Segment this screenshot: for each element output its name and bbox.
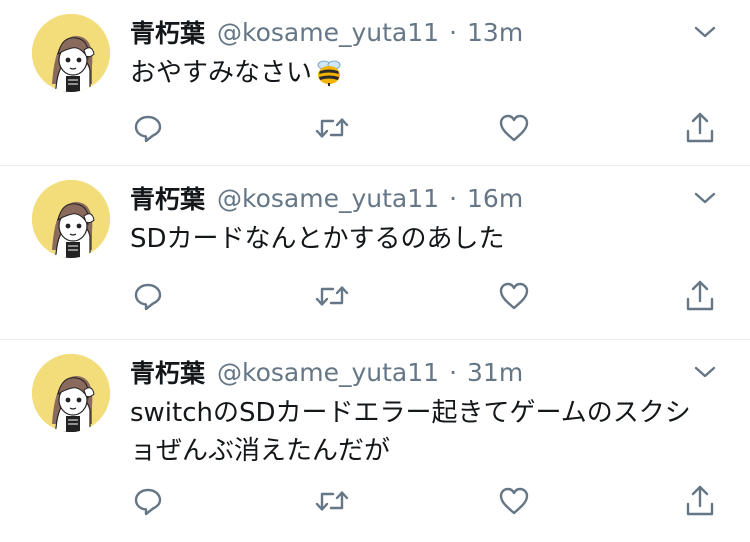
retweet-icon[interactable] bbox=[314, 278, 350, 314]
like-icon[interactable] bbox=[496, 110, 532, 146]
bee-emoji bbox=[314, 57, 344, 98]
display-name[interactable]: 青朽葉 bbox=[130, 354, 205, 390]
display-name[interactable]: 青朽葉 bbox=[130, 180, 205, 216]
avatar[interactable] bbox=[32, 14, 110, 92]
reply-icon[interactable] bbox=[130, 483, 166, 519]
separator: · bbox=[449, 17, 458, 47]
tweet-header: 青朽葉 @kosame_yuta11 · 16m bbox=[130, 178, 523, 218]
handle[interactable]: @kosame_yuta11 bbox=[217, 358, 439, 387]
tweet-actions bbox=[0, 278, 750, 314]
avatar[interactable] bbox=[32, 354, 110, 432]
timeline: 青朽葉 @kosame_yuta11 · 13m おやすみなさい 青朽葉 @ko… bbox=[0, 0, 750, 542]
chevron-down-icon[interactable] bbox=[692, 362, 718, 382]
tweet-header: 青朽葉 @kosame_yuta11 · 31m bbox=[130, 352, 523, 392]
avatar-illustration bbox=[32, 354, 110, 432]
chevron-down-icon[interactable] bbox=[692, 22, 718, 42]
tweet-actions bbox=[0, 483, 750, 519]
avatar-illustration bbox=[32, 14, 110, 92]
like-icon[interactable] bbox=[496, 483, 532, 519]
display-name[interactable]: 青朽葉 bbox=[130, 14, 205, 50]
timestamp[interactable]: 31m bbox=[467, 358, 523, 387]
separator: · bbox=[449, 183, 458, 213]
tweet-text: おやすみなさい bbox=[130, 54, 710, 98]
retweet-icon[interactable] bbox=[314, 483, 350, 519]
handle[interactable]: @kosame_yuta11 bbox=[217, 184, 439, 213]
tweet-text: switchのSDカードエラー起きてゲームのスクショぜんぶ消えたんだが bbox=[130, 394, 710, 470]
avatar-illustration bbox=[32, 180, 110, 258]
tweet-text-content: おやすみなさい bbox=[130, 58, 313, 88]
share-icon[interactable] bbox=[682, 110, 718, 146]
tweet-header: 青朽葉 @kosame_yuta11 · 13m bbox=[130, 12, 523, 52]
tweet[interactable]: 青朽葉 @kosame_yuta11 · 13m おやすみなさい bbox=[0, 0, 750, 166]
retweet-icon[interactable] bbox=[314, 110, 350, 146]
share-icon[interactable] bbox=[682, 278, 718, 314]
timestamp[interactable]: 16m bbox=[467, 184, 523, 213]
tweet-text-content: switchのSDカードエラー起きてゲームのスクショぜんぶ消えたんだが bbox=[130, 398, 691, 466]
avatar[interactable] bbox=[32, 180, 110, 258]
tweet-text: SDカードなんとかするのあした bbox=[130, 220, 710, 258]
chevron-down-icon[interactable] bbox=[692, 188, 718, 208]
tweet[interactable]: 青朽葉 @kosame_yuta11 · 31m switchのSDカードエラー… bbox=[0, 340, 750, 542]
share-icon[interactable] bbox=[682, 483, 718, 519]
tweet[interactable]: 青朽葉 @kosame_yuta11 · 16m SDカードなんとかするのあした bbox=[0, 166, 750, 340]
handle[interactable]: @kosame_yuta11 bbox=[217, 18, 439, 47]
like-icon[interactable] bbox=[496, 278, 532, 314]
timestamp[interactable]: 13m bbox=[467, 18, 523, 47]
tweet-text-content: SDカードなんとかするのあした bbox=[130, 224, 505, 254]
reply-icon[interactable] bbox=[130, 110, 166, 146]
tweet-actions bbox=[0, 110, 750, 146]
separator: · bbox=[449, 357, 458, 387]
reply-icon[interactable] bbox=[130, 278, 166, 314]
